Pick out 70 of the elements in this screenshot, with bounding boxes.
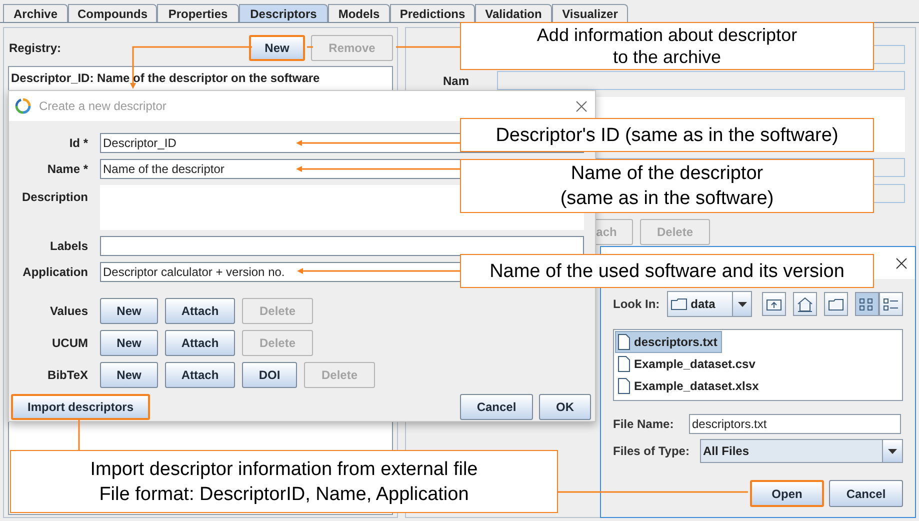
- annotation-tooltip: Name of the descriptor (same as in the software): [460, 159, 874, 213]
- file-name: Example_dataset.xlsx: [634, 378, 759, 395]
- button[interactable]: New: [100, 362, 158, 388]
- look-in-label: Look In:: [613, 296, 661, 313]
- file-type-label: Files of Type:: [613, 443, 690, 460]
- list-item[interactable]: Descriptor_ID: Name of the descriptor on the software: [9, 69, 392, 87]
- button[interactable]: Cancel: [829, 480, 903, 507]
- field-label: Description: [20, 189, 88, 206]
- input-field[interactable]: [497, 71, 905, 90]
- file-item[interactable]: Example_dataset.csv: [615, 353, 760, 375]
- row-label: UCUM: [51, 335, 88, 352]
- registry-label: Registry:: [8, 40, 62, 57]
- button[interactable]: New: [100, 298, 158, 324]
- annotation-tooltip: Import descriptor information from external file File format: DescriptorID, Name, Application: [10, 450, 558, 513]
- tab[interactable]: Predictions: [390, 4, 475, 22]
- file-name: descriptors.txt: [634, 334, 718, 351]
- button[interactable]: Import descriptors: [11, 394, 150, 420]
- toolbar-button[interactable]: [824, 292, 848, 316]
- house-icon: [796, 296, 814, 312]
- button[interactable]: Cancel: [460, 394, 533, 420]
- file-name: Example_dataset.csv: [634, 356, 756, 373]
- close-icon: [576, 100, 587, 112]
- dialog-title: Create a new descriptor: [39, 98, 168, 115]
- tab[interactable]: Models: [328, 4, 390, 22]
- button[interactable]: Attach: [165, 330, 235, 356]
- annotation-tooltip: Add information about descriptor to the archive: [460, 22, 874, 70]
- field-label: Nam: [443, 72, 470, 90]
- button[interactable]: Attach: [165, 298, 235, 324]
- toolbar-button[interactable]: [793, 292, 817, 316]
- field-label: Application: [22, 264, 88, 281]
- dropdown-arrow-icon: [738, 302, 746, 306]
- tab[interactable]: Properties: [157, 4, 239, 22]
- input-field[interactable]: descriptors.txt: [689, 414, 901, 434]
- tab[interactable]: Compounds: [68, 4, 157, 22]
- button[interactable]: New: [249, 35, 305, 61]
- toolbar-button[interactable]: [855, 292, 879, 316]
- tab[interactable]: Visualizer: [552, 4, 628, 22]
- button[interactable]: New: [100, 330, 158, 356]
- button[interactable]: OK: [539, 394, 591, 420]
- input-field[interactable]: [100, 236, 584, 256]
- field-label: Labels: [48, 238, 88, 255]
- row-label: Values: [48, 303, 88, 320]
- dropdown-arrow-icon: [888, 448, 897, 454]
- list-view-icon: [882, 296, 900, 312]
- file-icon: [618, 356, 630, 372]
- field-label: Id *: [68, 135, 88, 152]
- file-name-label: File Name:: [613, 416, 675, 433]
- file-type-dropdown[interactable]: All Files: [700, 439, 903, 463]
- folder-name: data: [690, 296, 716, 313]
- file-item[interactable]: Example_dataset.xlsx: [615, 375, 764, 397]
- field-label: Name *: [46, 161, 88, 178]
- annotation-tooltip: Name of the used software and its version: [460, 254, 874, 288]
- folder-dropdown[interactable]: data: [666, 291, 752, 317]
- close-icon: [896, 258, 907, 268]
- app-logo-icon: [15, 98, 31, 114]
- tab[interactable]: Validation: [475, 4, 552, 22]
- row-label: BibTeX: [46, 367, 88, 384]
- file-icon: [618, 378, 630, 394]
- button[interactable]: DOI: [242, 362, 297, 388]
- annotation-tooltip: Descriptor's ID (same as in the software): [460, 118, 874, 152]
- file-item[interactable]: descriptors.txt: [615, 331, 722, 353]
- toolbar-button[interactable]: [762, 292, 786, 316]
- toolbar-button[interactable]: [879, 292, 903, 316]
- leader-line: [78, 419, 80, 450]
- tab[interactable]: Archive: [3, 4, 68, 22]
- file-icon: [618, 334, 630, 350]
- folder-icon: [670, 298, 687, 310]
- button[interactable]: Attach: [165, 362, 235, 388]
- button[interactable]: Open: [750, 480, 824, 507]
- tab[interactable]: Descriptors: [239, 4, 328, 22]
